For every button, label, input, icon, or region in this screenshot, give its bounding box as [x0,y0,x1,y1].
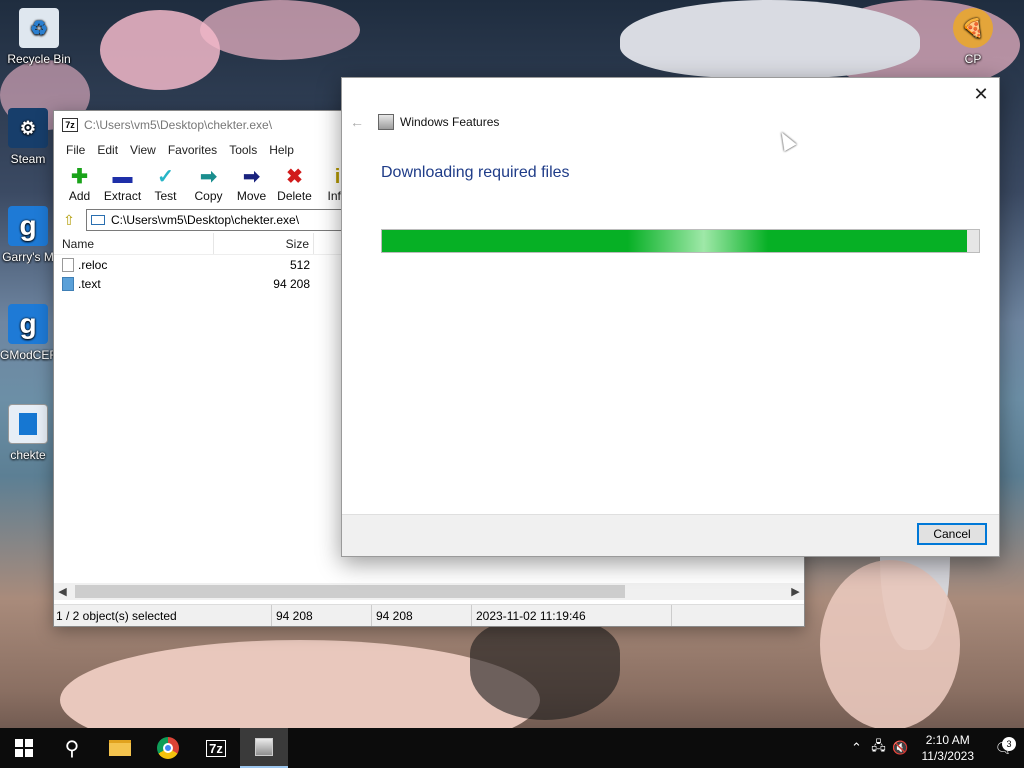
add-button[interactable]: ✚ Add [58,165,101,203]
dialog-header: ← Windows Features [350,114,499,130]
taskbar-windows-features[interactable] [240,728,288,768]
copy-button[interactable]: ➡ Copy [187,165,230,203]
start-button[interactable] [0,728,48,768]
plus-icon: ✚ [71,166,88,188]
taskbar-chrome[interactable] [144,728,192,768]
minus-icon: ▬ [112,166,133,188]
recycle-bin-icon: ♻ [19,8,59,48]
status-packed: 94 208 [372,605,472,626]
dialog-title: Windows Features [400,115,500,129]
status-selection: 1 / 2 object(s) selected [54,605,272,626]
7zip-icon: 7z [206,739,226,757]
notification-count-badge: 3 [1002,737,1016,751]
close-icon[interactable]: ✕ [969,82,993,106]
dialog-heading: Downloading required files [381,164,570,181]
move-button[interactable]: ➡ Move [230,165,273,203]
menu-edit[interactable]: Edit [91,143,124,157]
menu-tools[interactable]: Tools [223,143,263,157]
windows-logo-icon [15,739,33,757]
taskbar-file-explorer[interactable] [96,728,144,768]
scroll-right-icon[interactable]: ▶ [787,585,804,598]
volume-muted-icon[interactable]: 🔇 [890,740,912,756]
network-icon[interactable]: 🖧 [868,737,890,759]
status-size: 94 208 [272,605,372,626]
steam-icon: ⚙ [8,108,48,148]
move-arrow-icon: ➡ [243,166,260,188]
windows-features-taskbar-icon [255,738,273,756]
desktop-icon-garrys-mod[interactable]: g Garry's M [0,206,56,264]
horizontal-scrollbar[interactable]: ◀ ▶ [54,583,804,600]
menu-favorites[interactable]: Favorites [162,143,223,157]
dialog-footer: Cancel [342,514,999,556]
scrollbar-thumb[interactable] [75,585,625,598]
search-button[interactable]: ⚲ [48,728,96,768]
extract-button[interactable]: ▬ Extract [101,165,144,203]
desktop-icon-cp[interactable]: 🍕 CP [936,8,1010,66]
address-input[interactable]: C:\Users\vm5\Desktop\chekter.exe\ [86,209,366,231]
test-button[interactable]: ✓ Test [144,165,187,203]
7zip-app-icon: 7z [62,118,78,132]
taskbar: ⚲ 7z ⌃ 🖧 🔇 2:10 AM 11/3/2023 🗨 3 [0,728,1024,768]
notification-center-button[interactable]: 🗨 3 [984,737,1024,757]
7zip-title: C:\Users\vm5\Desktop\chekter.exe\ [84,118,273,132]
file-icon [62,276,74,291]
download-progress-bar [381,229,980,253]
column-header-name[interactable]: Name [54,233,214,254]
executable-file-icon [8,404,48,444]
7zip-statusbar: 1 / 2 object(s) selected 94 208 94 208 2… [54,604,804,626]
menu-file[interactable]: File [60,143,91,157]
delete-x-icon: ✖ [286,166,303,188]
search-icon: ⚲ [64,737,80,760]
garrys-mod-icon: g [8,206,48,246]
desktop-icon-recycle-bin[interactable]: ♻ Recycle Bin [2,8,76,66]
file-icon [62,257,74,272]
clock-time: 2:10 AM [925,733,970,747]
pizza-icon: 🍕 [953,8,993,48]
chrome-icon [157,737,179,759]
archive-file-icon [91,215,105,225]
folder-up-icon[interactable]: ⇧ [58,210,80,230]
check-icon: ✓ [157,166,174,188]
desktop-icon-steam[interactable]: ⚙ Steam [0,108,56,166]
folder-icon [109,740,131,756]
clock[interactable]: 2:10 AM 11/3/2023 [922,732,975,764]
cancel-button[interactable]: Cancel [917,523,987,545]
chevron-up-icon[interactable]: ⌃ [846,740,868,756]
desktop-icon-chekter[interactable]: chekte [0,404,56,462]
system-tray: ⌃ 🖧 🔇 2:10 AM 11/3/2023 🗨 3 [846,728,1024,768]
gmodcef-icon: g [8,304,48,344]
scroll-left-icon[interactable]: ◀ [54,585,71,598]
clock-date: 11/3/2023 [921,749,975,763]
windows-features-icon [378,114,394,130]
delete-button[interactable]: ✖ Delete [273,165,316,203]
progress-fill [382,230,968,252]
windows-features-dialog: ✕ ← Windows Features Downloading require… [341,77,1000,557]
desktop-icon-gmodcef[interactable]: g GModCEF [0,304,56,362]
column-header-size[interactable]: Size [214,233,314,254]
back-arrow-icon[interactable]: ← [350,114,378,130]
status-modified: 2023-11-02 11:19:46 [472,605,672,626]
menu-view[interactable]: View [124,143,162,157]
taskbar-7zip[interactable]: 7z [192,728,240,768]
menu-help[interactable]: Help [263,143,300,157]
copy-arrow-icon: ➡ [200,166,217,188]
